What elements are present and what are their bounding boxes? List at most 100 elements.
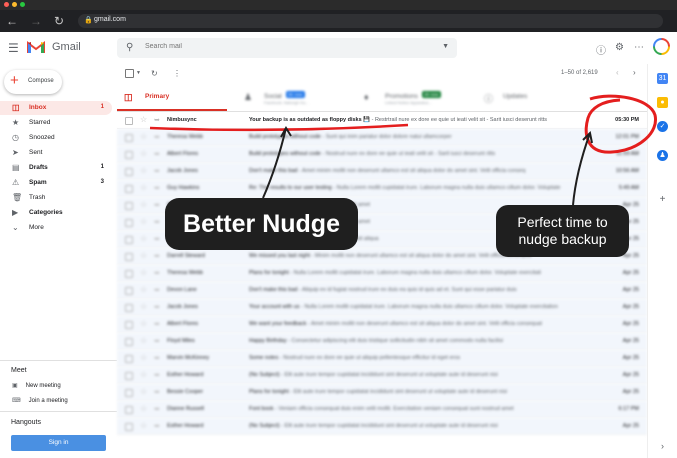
important-marker-icon[interactable]: ➥ bbox=[154, 150, 160, 158]
tab-promotions[interactable]: ♦ Promotions 49 new Linked Notice Appara… bbox=[357, 85, 472, 111]
star-icon[interactable]: ☆ bbox=[140, 251, 147, 260]
settings-icon[interactable]: ⚙ bbox=[615, 42, 624, 53]
apps-grid-icon[interactable]: ⋯ bbox=[634, 42, 644, 53]
important-marker-icon[interactable]: ➥ bbox=[154, 371, 160, 379]
important-marker-icon[interactable]: ➥ bbox=[154, 388, 160, 396]
next-page-icon[interactable]: › bbox=[633, 68, 636, 77]
calendar-icon[interactable]: 31 bbox=[657, 73, 668, 84]
reload-icon[interactable]: ↻ bbox=[54, 14, 64, 28]
row-checkbox[interactable] bbox=[125, 423, 133, 431]
search-icon[interactable]: ⚲ bbox=[126, 42, 133, 53]
back-arrow-icon[interactable]: ← bbox=[6, 14, 18, 28]
important-marker-icon[interactable]: ➥ bbox=[154, 354, 160, 362]
table-row[interactable]: ☆ ➥ Jacob Jones Your account with us - Null… bbox=[117, 299, 647, 316]
tab-updates[interactable]: ⓘ Updates bbox=[477, 85, 592, 111]
important-marker-icon[interactable]: ➥ bbox=[154, 405, 160, 413]
table-row[interactable]: ☆ ➥ Jacob Jones Don't make this bad - Amet … bbox=[117, 163, 647, 180]
select-dropdown-icon[interactable]: ▼ bbox=[136, 70, 141, 76]
select-all-checkbox[interactable] bbox=[125, 69, 134, 78]
table-row[interactable]: ☆ ➥ Floyd Miles Happy Birthday - Consectetu… bbox=[117, 333, 647, 350]
star-icon[interactable]: ☆ bbox=[140, 370, 147, 379]
star-icon[interactable]: ☆ bbox=[140, 132, 147, 141]
prev-page-icon[interactable]: ‹ bbox=[616, 68, 619, 77]
row-checkbox[interactable] bbox=[125, 321, 133, 329]
sidebar-item-snoozed[interactable]: ◷ Snoozed bbox=[0, 131, 112, 145]
row-checkbox[interactable] bbox=[125, 338, 133, 346]
tab-primary[interactable]: ◫ Primary bbox=[117, 85, 227, 111]
show-side-panel-icon[interactable]: › bbox=[657, 441, 668, 452]
star-icon[interactable]: ☆ bbox=[140, 234, 147, 243]
table-row[interactable]: ☆ ➥ Devon Lane Don't make this bad - Aliqui… bbox=[117, 282, 647, 299]
star-icon[interactable]: ☆ bbox=[140, 115, 147, 124]
row-checkbox[interactable] bbox=[125, 185, 133, 193]
row-checkbox[interactable] bbox=[125, 168, 133, 176]
tasks-icon[interactable]: ✓ bbox=[657, 121, 668, 132]
more-vert-icon[interactable]: ⋮ bbox=[173, 69, 181, 78]
important-marker-icon[interactable]: ➥ bbox=[154, 184, 160, 192]
row-checkbox[interactable] bbox=[125, 117, 133, 125]
important-marker-icon[interactable]: ➥ bbox=[154, 133, 160, 141]
star-icon[interactable]: ☆ bbox=[140, 302, 147, 311]
row-checkbox[interactable] bbox=[125, 355, 133, 363]
table-row[interactable]: ☆ ➥ Bessie Cooper Plans for tonight - Elit … bbox=[117, 384, 647, 401]
sidebar-item-sent[interactable]: ➤ Sent bbox=[0, 146, 112, 160]
important-marker-icon[interactable]: ➥ bbox=[154, 252, 160, 260]
star-icon[interactable]: ☆ bbox=[140, 387, 147, 396]
row-checkbox[interactable] bbox=[125, 372, 133, 380]
row-checkbox[interactable] bbox=[125, 151, 133, 159]
row-checkbox[interactable] bbox=[125, 236, 133, 244]
row-checkbox[interactable] bbox=[125, 134, 133, 142]
table-row[interactable]: ☆ ➥ Nimbusync Your backup is as outdated as… bbox=[117, 112, 647, 129]
important-marker-icon[interactable]: ➥ bbox=[154, 235, 160, 243]
contacts-icon[interactable]: ♟ bbox=[657, 150, 668, 161]
row-checkbox[interactable] bbox=[125, 202, 133, 210]
table-row[interactable]: ☆ ➥ Esther Howard (No Subject) - Elit aute … bbox=[117, 367, 647, 384]
star-icon[interactable]: ☆ bbox=[140, 319, 147, 328]
table-row[interactable]: ☆ ➥ Dianne Russell Font book - Veniam offic… bbox=[117, 401, 647, 418]
row-checkbox[interactable] bbox=[125, 219, 133, 227]
table-row[interactable]: ☆ ➥ Theresa Webb Build prototypes without c… bbox=[117, 129, 647, 146]
star-icon[interactable]: ☆ bbox=[140, 268, 147, 277]
table-row[interactable]: ☆ ➥ Guy Hawkins Re: The results to our user… bbox=[117, 180, 647, 197]
new-meeting-link[interactable]: ▣ New meeting bbox=[12, 382, 61, 389]
sidebar-item-more[interactable]: ⌄ More bbox=[0, 221, 112, 235]
star-icon[interactable]: ☆ bbox=[140, 217, 147, 226]
row-checkbox[interactable] bbox=[125, 389, 133, 397]
table-row[interactable]: ☆ ➥ Marvin McKinney Some notes - Nostrud nu… bbox=[117, 350, 647, 367]
important-marker-icon[interactable]: ➥ bbox=[154, 286, 160, 294]
sidebar-item-categories[interactable]: ▶ Categories bbox=[0, 206, 112, 220]
help-icon[interactable]: ⓘ bbox=[596, 42, 606, 57]
star-icon[interactable]: ☆ bbox=[140, 353, 147, 362]
star-icon[interactable]: ☆ bbox=[140, 183, 147, 192]
row-checkbox[interactable] bbox=[125, 287, 133, 295]
table-row[interactable]: ☆ ➥ Theresa Webb Plans for tonight - Nulla … bbox=[117, 265, 647, 282]
table-row[interactable]: ☆ ➥ Albert Flores Build prototypes without … bbox=[117, 146, 647, 163]
sidebar-item-starred[interactable]: ★ Starred bbox=[0, 116, 112, 130]
add-addon-icon[interactable]: + bbox=[657, 194, 668, 205]
table-row[interactable]: ☆ ➥ Albert Flores We want your feedback - A… bbox=[117, 316, 647, 333]
important-marker-icon[interactable]: ➥ bbox=[154, 320, 160, 328]
minimize-window-dot[interactable] bbox=[12, 2, 17, 7]
close-window-dot[interactable] bbox=[4, 2, 9, 7]
star-icon[interactable]: ☆ bbox=[140, 200, 147, 209]
search-options-icon[interactable]: ▼ bbox=[442, 43, 449, 50]
important-marker-icon[interactable]: ➥ bbox=[154, 422, 160, 430]
sidebar-item-inbox[interactable]: ◫ Inbox 1 bbox=[0, 101, 112, 115]
important-marker-icon[interactable]: ➥ bbox=[154, 337, 160, 345]
row-checkbox[interactable] bbox=[125, 253, 133, 261]
row-checkbox[interactable] bbox=[125, 406, 133, 414]
important-marker-icon[interactable]: ➥ bbox=[154, 269, 160, 277]
join-meeting-link[interactable]: ⌨ Join a meeting bbox=[12, 397, 68, 404]
table-row[interactable]: ☆ ➥ Esther Howard (No Subject) - Elit aute … bbox=[117, 418, 647, 435]
sidebar-item-spam[interactable]: ⚠ Spam 3 bbox=[0, 176, 112, 190]
important-marker-icon[interactable]: ➥ bbox=[154, 218, 160, 226]
sidebar-item-trash[interactable]: 🗑 Trash bbox=[0, 191, 112, 205]
star-icon[interactable]: ☆ bbox=[140, 336, 147, 345]
refresh-icon[interactable]: ↻ bbox=[151, 69, 158, 78]
star-icon[interactable]: ☆ bbox=[140, 166, 147, 175]
sidebar-item-drafts[interactable]: ▤ Drafts 1 bbox=[0, 161, 112, 175]
avatar[interactable] bbox=[653, 38, 670, 55]
address-bar[interactable]: 🔒 gmail.com bbox=[78, 14, 663, 28]
important-marker-icon[interactable]: ➥ bbox=[154, 167, 160, 175]
star-icon[interactable]: ☆ bbox=[140, 149, 147, 158]
